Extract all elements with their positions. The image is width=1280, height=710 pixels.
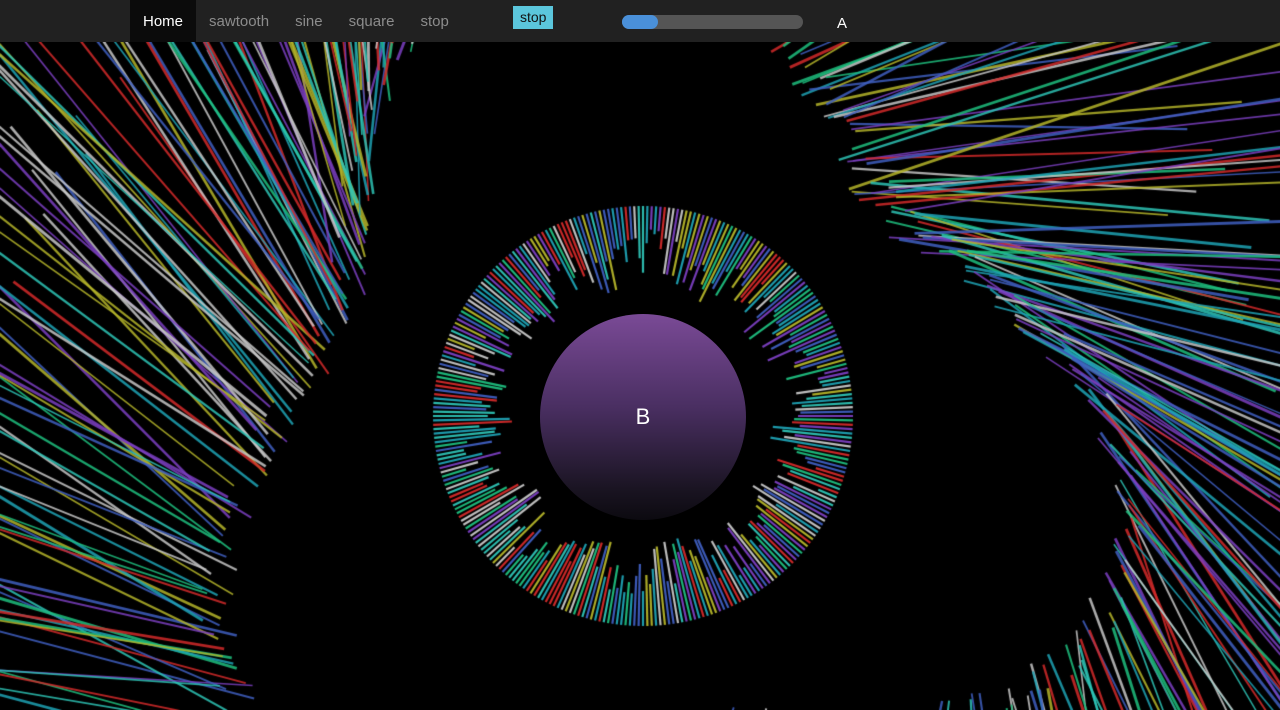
nav-item-home[interactable]: Home — [130, 0, 197, 42]
nav-item-sine[interactable]: sine — [282, 0, 336, 42]
nav-item-square[interactable]: square — [336, 0, 408, 42]
nav-item-sawtooth[interactable]: sawtooth — [196, 0, 282, 42]
stop-button[interactable]: stop — [513, 6, 554, 29]
waveform-nav: Home sawtooth sine square stop — [130, 0, 462, 42]
nav-item-stop[interactable]: stop — [407, 0, 461, 42]
volume-slider-fill — [622, 15, 659, 29]
volume-slider[interactable] — [622, 15, 803, 29]
marker-label-a: A — [837, 15, 848, 32]
top-navigation-bar: Home sawtooth sine square stop stop A — [0, 0, 1280, 42]
center-label-b: B — [635, 404, 651, 429]
center-orb[interactable]: B — [540, 314, 746, 520]
app-stage: Home sawtooth sine square stop stop A B — [0, 0, 1280, 710]
